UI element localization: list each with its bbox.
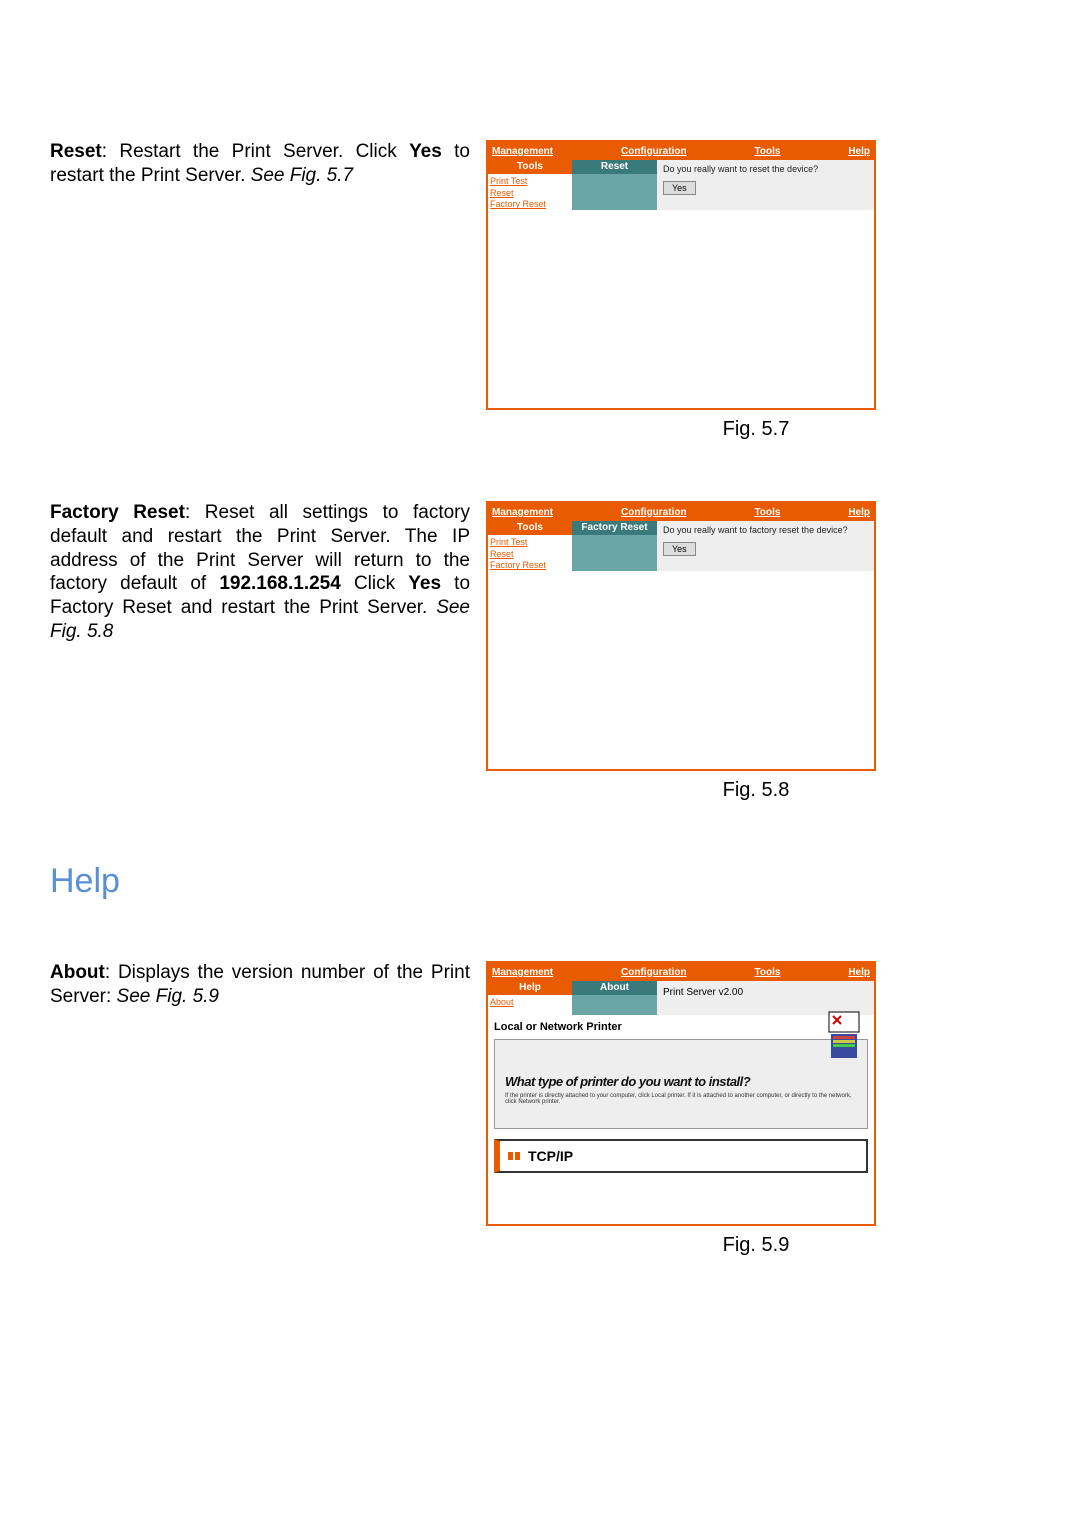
- panel-header-about: About: [572, 981, 657, 995]
- factory-reset-question: Do you really want to factory reset the …: [663, 525, 868, 535]
- sidebar-link-factory-reset[interactable]: Factory Reset: [490, 560, 570, 572]
- heading-help: Help: [50, 862, 1030, 901]
- nav-configuration[interactable]: Configuration: [621, 507, 687, 518]
- yes-button[interactable]: Yes: [663, 181, 696, 195]
- figure-5-7-screenshot: Management Configuration Tools Help Tool…: [486, 140, 876, 410]
- local-network-printer-header: Local or Network Printer: [494, 1021, 868, 1033]
- nav-configuration[interactable]: Configuration: [621, 967, 687, 978]
- reset-description: Reset: Restart the Print Server. Click Y…: [50, 140, 470, 441]
- nav-configuration[interactable]: Configuration: [621, 146, 687, 157]
- sidebar-link-factory-reset[interactable]: Factory Reset: [490, 199, 570, 211]
- figure-caption-5-8: Fig. 5.8: [482, 779, 1030, 802]
- sidebar-link-print-test[interactable]: Print Test: [490, 176, 570, 188]
- figure-caption-5-9: Fig. 5.9: [482, 1234, 1030, 1257]
- figure-caption-5-7: Fig. 5.7: [482, 418, 1030, 441]
- wizard-question: What type of printer do you want to inst…: [505, 1074, 857, 1089]
- figure-5-9-screenshot: Management Configuration Tools Help Help…: [486, 961, 876, 1226]
- panel-header-factory-reset: Factory Reset: [572, 521, 657, 535]
- nav-management[interactable]: Management: [492, 507, 553, 518]
- sidebar-header-help: Help: [488, 981, 572, 995]
- nav-management[interactable]: Management: [492, 146, 553, 157]
- about-description: About: Displays the version number of th…: [50, 961, 470, 1257]
- sidebar-link-reset[interactable]: Reset: [490, 188, 570, 200]
- nav-help[interactable]: Help: [848, 146, 870, 157]
- nav-tools[interactable]: Tools: [754, 967, 780, 978]
- wizard-subtext: If the printer is directly attached to y…: [505, 1093, 857, 1105]
- tcpip-icon: [506, 1148, 522, 1164]
- factory-reset-description: Factory Reset: Reset all settings to fac…: [50, 501, 470, 802]
- nav-management[interactable]: Management: [492, 967, 553, 978]
- panel-header-reset: Reset: [572, 160, 657, 174]
- sidebar-header-tools: Tools: [488, 521, 572, 535]
- figure-5-8-screenshot: Management Configuration Tools Help Tool…: [486, 501, 876, 771]
- reset-question: Do you really want to reset the device?: [663, 164, 868, 174]
- printer-wizard-icon: [827, 1010, 861, 1060]
- version-text: Print Server v2.00: [663, 987, 743, 998]
- sidebar-header-tools: Tools: [488, 160, 572, 174]
- yes-button[interactable]: Yes: [663, 542, 696, 556]
- nav-tools[interactable]: Tools: [754, 146, 780, 157]
- sidebar-link-about[interactable]: About: [490, 997, 570, 1009]
- sidebar-link-reset[interactable]: Reset: [490, 549, 570, 561]
- nav-tools[interactable]: Tools: [754, 507, 780, 518]
- sidebar-link-print-test[interactable]: Print Test: [490, 537, 570, 549]
- tcpip-bar: TCP/IP: [494, 1139, 868, 1173]
- nav-help[interactable]: Help: [848, 507, 870, 518]
- nav-help[interactable]: Help: [848, 967, 870, 978]
